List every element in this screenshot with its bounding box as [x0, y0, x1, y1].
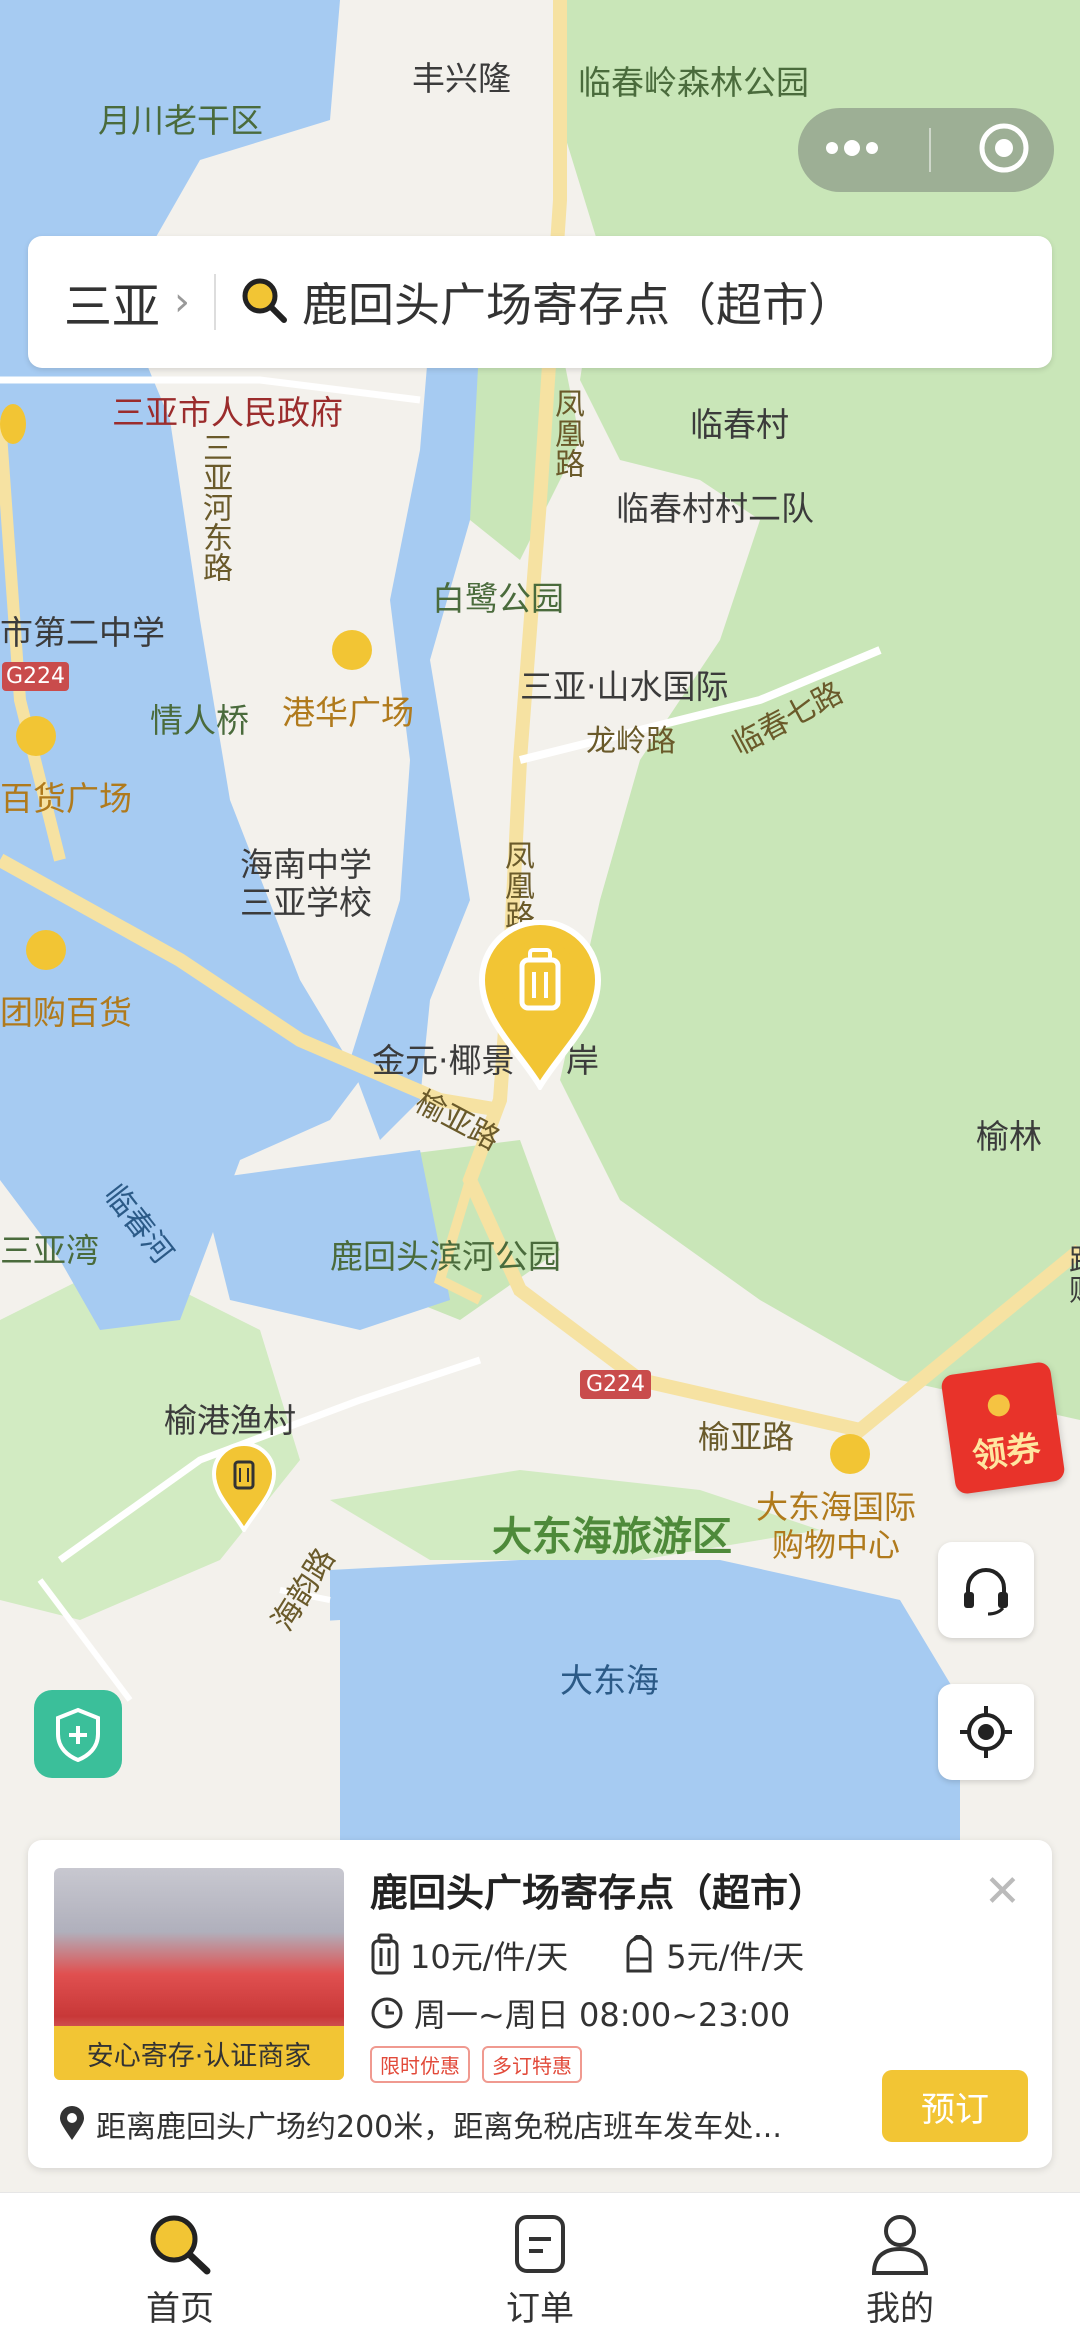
city-selector[interactable]: 三亚 — [64, 267, 160, 337]
search-input[interactable]: 鹿回头广场寄存点（超市） — [302, 269, 854, 335]
price-large: 10元/件/天 — [410, 1938, 569, 1976]
tab-orders[interactable]: 订单 — [440, 2193, 640, 2341]
opening-hours: 周一~周日 08:00~23:00 — [414, 1996, 791, 2034]
store-photo: 安心寄存·认证商家 — [54, 1868, 344, 2080]
poi-marker[interactable] — [332, 630, 372, 670]
customer-service-button[interactable] — [938, 1542, 1034, 1638]
address-row: 距离鹿回头广场约200米，距离免税店班车发车处... — [58, 2102, 878, 2146]
map-label: 榆港渔村 — [164, 1401, 296, 1440]
close-icon[interactable]: ✕ — [984, 1866, 1021, 1917]
address-text: 距离鹿回头广场约200米，距离免税店班车发车处... — [96, 2110, 782, 2145]
bottom-tab-bar: 首页 订单 我的 — [0, 2192, 1080, 2341]
map-label: 三亚·山水国际 — [520, 667, 729, 706]
storage-pin[interactable] — [211, 1442, 277, 1536]
status-bar — [70, 30, 1040, 70]
map-label: 港华广场 — [282, 693, 414, 732]
location-pin-icon — [60, 2106, 84, 2140]
tab-profile[interactable]: 我的 — [800, 2193, 1000, 2341]
locate-button[interactable] — [938, 1684, 1034, 1780]
luggage-large-icon — [371, 1933, 399, 1975]
coupon-seal-icon — [986, 1392, 1012, 1418]
clock-icon — [371, 1997, 403, 2029]
map-label: 临春村村二队 — [616, 489, 814, 528]
badges-row: 限时优惠 多订特惠 — [370, 2046, 594, 2083]
more-dots-icon[interactable] — [822, 138, 882, 162]
map-label: 市第二中学 — [0, 613, 165, 652]
shield-plus-icon — [56, 1707, 100, 1762]
price-row: 10元/件/天 5元/件/天 — [370, 1932, 804, 1978]
headset-icon — [964, 1568, 1008, 1616]
miniprogram-capsule — [798, 108, 1054, 192]
book-button[interactable]: 预订 — [882, 2070, 1028, 2142]
map-label: 三亚市人民政府 — [112, 393, 343, 432]
map-label: 鹿回头滨河公园 — [330, 1237, 561, 1276]
map-label: 大东海国际 购物中心 — [756, 1488, 917, 1564]
map-label: 龙岭路 — [586, 724, 676, 759]
promo-badge: 多订特惠 — [482, 2046, 582, 2083]
map-label: 大东海 — [560, 1661, 659, 1700]
coupon-label: 领券 — [970, 1428, 1043, 1478]
poi-marker[interactable] — [0, 404, 26, 444]
poi-marker[interactable] — [16, 716, 56, 756]
storage-pin-selected[interactable] — [478, 919, 602, 1094]
tab-home[interactable]: 首页 — [80, 2193, 280, 2341]
map-label: 团购百货 — [0, 993, 132, 1032]
capsule-divider — [928, 128, 931, 172]
tab-label: 首页 — [146, 2289, 214, 2329]
safety-shield-button[interactable] — [34, 1690, 122, 1778]
tab-label: 我的 — [866, 2289, 934, 2329]
store-title: 鹿回头广场寄存点（超市） — [370, 1871, 827, 1915]
search-icon — [150, 2215, 211, 2275]
map-label: 凤凰路 — [499, 840, 534, 930]
poi-marker[interactable] — [26, 930, 66, 970]
backpack-icon — [626, 1935, 652, 1973]
map-label: 榆林 — [976, 1117, 1042, 1156]
highway-badge: G224 — [2, 662, 70, 691]
price-small: 5元/件/天 — [666, 1938, 805, 1976]
map-label: 榆亚路 — [698, 1418, 795, 1456]
map-label: 三亚河东路 — [197, 432, 232, 582]
map-label: 百货广场 — [0, 779, 132, 818]
divider — [214, 274, 217, 330]
map-label: 白鹭公园 — [432, 579, 564, 618]
target-close-icon[interactable] — [978, 122, 1030, 178]
map-label: 月川老干区 — [98, 101, 263, 140]
storage-info-card[interactable]: 安心寄存·认证商家 鹿回头广场寄存点（超市） ✕ 10元/件/天 5元/件/天 … — [28, 1840, 1052, 2168]
map-label: 临春村 — [690, 405, 789, 444]
map-label: 凤凰路 — [549, 388, 584, 478]
search-icon — [238, 274, 290, 330]
user-icon — [871, 2215, 929, 2275]
map-label: 海南中学 三亚学校 — [240, 845, 372, 922]
locate-icon — [960, 1706, 1012, 1758]
tab-label: 订单 — [506, 2289, 574, 2329]
promo-badge: 限时优惠 — [370, 2046, 470, 2083]
highway-badge: G224 — [580, 1370, 652, 1399]
luggage-pin-icon — [478, 919, 602, 1092]
poi-marker[interactable] — [830, 1434, 870, 1474]
search-bar[interactable]: 三亚 › 鹿回头广场寄存点（超市） — [28, 236, 1052, 368]
map-label: 大东海旅游区 — [492, 1514, 732, 1560]
luggage-pin-icon — [211, 1442, 277, 1534]
map-label: 三亚湾 — [0, 1231, 99, 1270]
map-label: 情人桥 — [150, 701, 249, 740]
coupon-button[interactable]: 领券 — [940, 1360, 1066, 1496]
map-label: 路购 — [1063, 1244, 1080, 1304]
certified-tag: 安心寄存·认证商家 — [54, 2026, 344, 2080]
chevron-right-icon: › — [174, 279, 191, 325]
hours-row: 周一~周日 08:00~23:00 — [370, 1990, 790, 2036]
order-icon — [515, 2215, 565, 2273]
